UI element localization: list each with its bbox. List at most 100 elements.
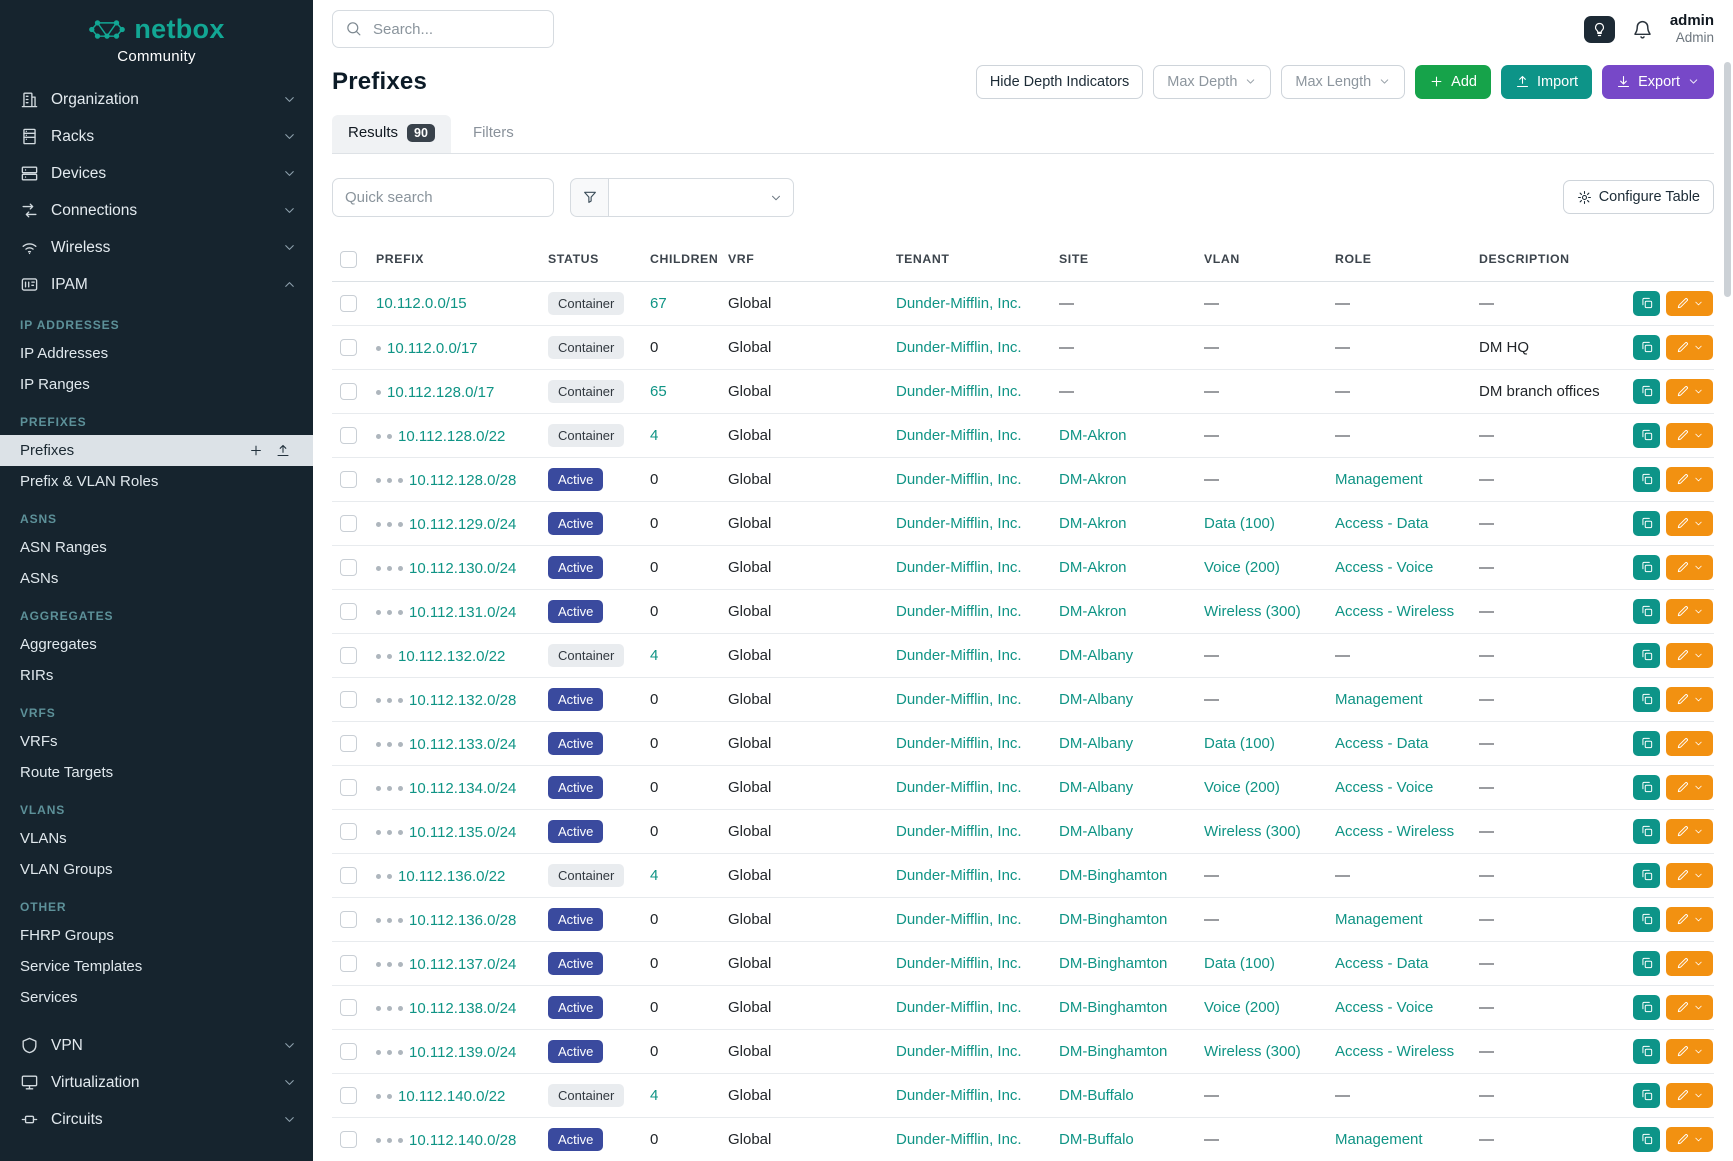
edit-button[interactable]	[1666, 951, 1713, 976]
prefix-link[interactable]: 10.112.0.0/15	[376, 295, 467, 312]
prefix-link[interactable]: 10.112.0.0/17	[387, 340, 478, 357]
tenant-link[interactable]: Dunder-Mifflin, Inc.	[896, 339, 1022, 356]
row-checkbox[interactable]	[340, 559, 357, 576]
edit-button[interactable]	[1666, 511, 1713, 536]
edit-button[interactable]	[1666, 335, 1713, 360]
children-link[interactable]: 67	[650, 295, 667, 312]
row-checkbox[interactable]	[340, 1043, 357, 1060]
site-link[interactable]: DM-Akron	[1059, 471, 1127, 488]
saved-filter-select[interactable]	[609, 178, 794, 217]
sidebar-item-vlans[interactable]: VLANs	[0, 823, 313, 854]
vlan-link[interactable]: Voice (200)	[1204, 999, 1280, 1016]
sidebar-item-aggregates[interactable]: Aggregates	[0, 629, 313, 660]
column-header-site[interactable]: SITE	[1051, 241, 1196, 282]
vlan-link[interactable]: Voice (200)	[1204, 779, 1280, 796]
row-checkbox[interactable]	[340, 295, 357, 312]
children-link[interactable]: 4	[650, 1087, 658, 1104]
edit-button[interactable]	[1666, 995, 1713, 1020]
role-link[interactable]: Access - Data	[1335, 955, 1428, 972]
prefix-link[interactable]: 10.112.140.0/28	[409, 1132, 516, 1149]
sidebar-item-racks[interactable]: Racks	[0, 118, 313, 155]
tenant-link[interactable]: Dunder-Mifflin, Inc.	[896, 867, 1022, 884]
tenant-link[interactable]: Dunder-Mifflin, Inc.	[896, 295, 1022, 312]
tenant-link[interactable]: Dunder-Mifflin, Inc.	[896, 1131, 1022, 1148]
role-link[interactable]: Access - Voice	[1335, 559, 1433, 576]
prefix-link[interactable]: 10.112.133.0/24	[409, 736, 516, 753]
site-link[interactable]: DM-Akron	[1059, 515, 1127, 532]
max-length-dropdown[interactable]: Max Length	[1281, 65, 1405, 99]
clone-button[interactable]	[1633, 335, 1660, 360]
site-link[interactable]: DM-Buffalo	[1059, 1131, 1134, 1148]
brand[interactable]: netbox Community	[0, 14, 313, 65]
role-link[interactable]: Management	[1335, 471, 1423, 488]
sidebar-item-vlan-groups[interactable]: VLAN Groups	[0, 854, 313, 885]
tenant-link[interactable]: Dunder-Mifflin, Inc.	[896, 735, 1022, 752]
tenant-link[interactable]: Dunder-Mifflin, Inc.	[896, 779, 1022, 796]
site-link[interactable]: DM-Akron	[1059, 559, 1127, 576]
tenant-link[interactable]: Dunder-Mifflin, Inc.	[896, 515, 1022, 532]
export-button[interactable]: Export	[1602, 65, 1714, 99]
children-link[interactable]: 4	[650, 647, 658, 664]
role-link[interactable]: Management	[1335, 691, 1423, 708]
sidebar-item-vpn[interactable]: VPN	[0, 1027, 313, 1064]
role-link[interactable]: Management	[1335, 1131, 1423, 1148]
tab-results[interactable]: Results 90	[332, 115, 451, 153]
role-link[interactable]: Access - Wireless	[1335, 603, 1454, 620]
prefix-link[interactable]: 10.112.139.0/24	[409, 1044, 516, 1061]
configure-table-button[interactable]: Configure Table	[1563, 180, 1714, 214]
site-link[interactable]: DM-Binghamton	[1059, 955, 1167, 972]
row-checkbox[interactable]	[340, 647, 357, 664]
role-link[interactable]: Management	[1335, 911, 1423, 928]
select-all-checkbox[interactable]	[340, 251, 357, 268]
prefix-link[interactable]: 10.112.136.0/22	[398, 868, 505, 885]
vlan-link[interactable]: Wireless (300)	[1204, 1043, 1301, 1060]
row-checkbox[interactable]	[340, 383, 357, 400]
row-checkbox[interactable]	[340, 911, 357, 928]
row-checkbox[interactable]	[340, 1131, 357, 1148]
prefix-link[interactable]: 10.112.129.0/24	[409, 516, 516, 533]
column-header-vlan[interactable]: VLAN	[1196, 241, 1327, 282]
clone-button[interactable]	[1633, 423, 1660, 448]
sidebar-item-virtualization[interactable]: Virtualization	[0, 1064, 313, 1101]
row-checkbox[interactable]	[340, 955, 357, 972]
column-header-vrf[interactable]: VRF	[720, 241, 888, 282]
row-checkbox[interactable]	[340, 735, 357, 752]
tenant-link[interactable]: Dunder-Mifflin, Inc.	[896, 1043, 1022, 1060]
sidebar-item-prefix-vlan-roles[interactable]: Prefix & VLAN Roles	[0, 466, 313, 497]
tenant-link[interactable]: Dunder-Mifflin, Inc.	[896, 647, 1022, 664]
tenant-link[interactable]: Dunder-Mifflin, Inc.	[896, 427, 1022, 444]
clone-button[interactable]	[1633, 951, 1660, 976]
tenant-link[interactable]: Dunder-Mifflin, Inc.	[896, 603, 1022, 620]
row-checkbox[interactable]	[340, 515, 357, 532]
clone-button[interactable]	[1633, 511, 1660, 536]
tenant-link[interactable]: Dunder-Mifflin, Inc.	[896, 691, 1022, 708]
vlan-link[interactable]: Voice (200)	[1204, 559, 1280, 576]
sidebar-item-rirs[interactable]: RIRs	[0, 660, 313, 691]
row-checkbox[interactable]	[340, 603, 357, 620]
site-link[interactable]: DM-Albany	[1059, 691, 1133, 708]
vlan-link[interactable]: Wireless (300)	[1204, 603, 1301, 620]
clone-button[interactable]	[1633, 467, 1660, 492]
prefix-link[interactable]: 10.112.132.0/28	[409, 692, 516, 709]
row-checkbox[interactable]	[340, 339, 357, 356]
hide-depth-indicators-button[interactable]: Hide Depth Indicators	[976, 65, 1143, 99]
clone-button[interactable]	[1633, 555, 1660, 580]
clone-button[interactable]	[1633, 907, 1660, 932]
site-link[interactable]: DM-Albany	[1059, 647, 1133, 664]
prefix-link[interactable]: 10.112.131.0/24	[409, 604, 516, 621]
site-link[interactable]: DM-Albany	[1059, 823, 1133, 840]
theme-toggle-button[interactable]	[1584, 16, 1615, 43]
clone-button[interactable]	[1633, 599, 1660, 624]
clone-button[interactable]	[1633, 1127, 1660, 1152]
children-link[interactable]: 4	[650, 427, 658, 444]
edit-button[interactable]	[1666, 775, 1713, 800]
global-search-input[interactable]	[332, 10, 554, 48]
row-checkbox[interactable]	[340, 779, 357, 796]
edit-button[interactable]	[1666, 907, 1713, 932]
edit-button[interactable]	[1666, 643, 1713, 668]
clone-button[interactable]	[1633, 1039, 1660, 1064]
sidebar-item-service-templates[interactable]: Service Templates	[0, 951, 313, 982]
edit-button[interactable]	[1666, 1083, 1713, 1108]
clone-button[interactable]	[1633, 1083, 1660, 1108]
prefix-link[interactable]: 10.112.138.0/24	[409, 1000, 516, 1017]
